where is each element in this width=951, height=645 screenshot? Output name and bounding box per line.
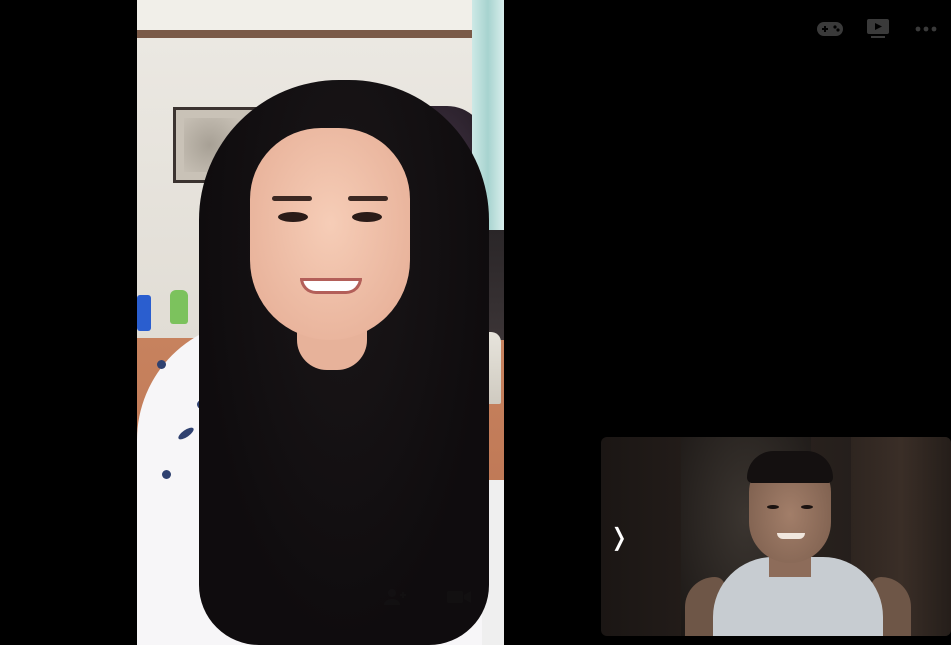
self-view-video[interactable]: ❭: [601, 437, 951, 636]
remote-video-feed: [137, 0, 504, 645]
call-controls-bar: [382, 584, 504, 610]
self-hair: [747, 451, 833, 483]
games-icon[interactable]: [817, 16, 843, 42]
top-controls: [817, 16, 939, 42]
more-options-icon[interactable]: [913, 16, 939, 42]
collapse-self-view-button[interactable]: ❭: [609, 523, 629, 551]
remote-person-smile: [300, 278, 362, 294]
ceiling: [137, 0, 504, 32]
green-bottle: [170, 290, 188, 324]
video-call-window: ❭: [0, 0, 951, 645]
wall-trim: [137, 30, 504, 38]
remote-person-face: [250, 128, 410, 340]
add-person-icon[interactable]: [382, 584, 408, 610]
camera-icon[interactable]: [446, 584, 472, 610]
watch-together-icon[interactable]: [865, 16, 891, 42]
blue-item: [137, 295, 151, 331]
